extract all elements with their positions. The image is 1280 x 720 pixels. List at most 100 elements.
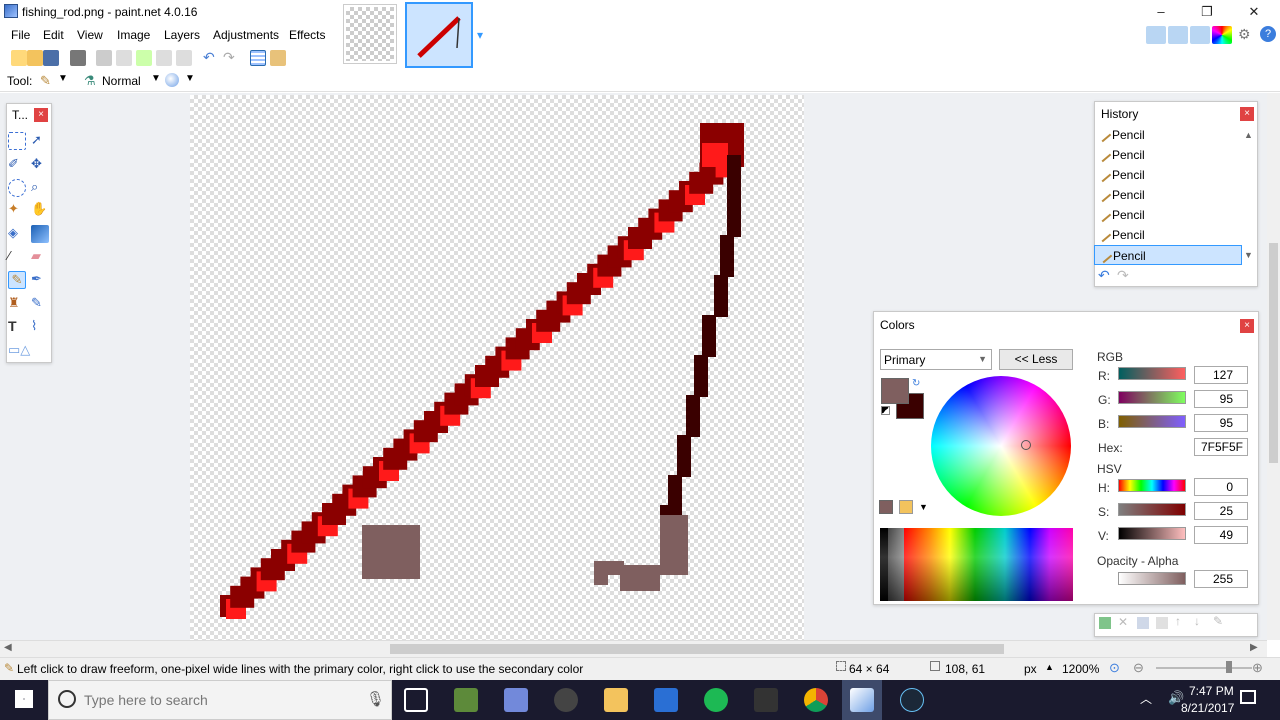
image-thumb-fishing-rod[interactable]	[405, 2, 473, 68]
copy-icon[interactable]	[116, 50, 132, 66]
colors-panel-close-button[interactable]: ×	[1240, 319, 1254, 333]
zoom-slider-thumb[interactable]	[1226, 661, 1232, 673]
crop-icon[interactable]	[156, 50, 172, 66]
eraser-tool-icon[interactable]: ▰	[31, 248, 49, 266]
add-to-palette-icon[interactable]	[879, 500, 893, 514]
deselect-icon[interactable]	[176, 50, 192, 66]
history-panel-close-button[interactable]: ×	[1240, 107, 1254, 121]
history-item[interactable]: Pencil	[1094, 225, 1240, 245]
alpha-input[interactable]: 255	[1194, 570, 1248, 588]
action-center-icon[interactable]	[1240, 690, 1256, 704]
save-icon[interactable]	[43, 50, 59, 66]
green-input[interactable]: 95	[1194, 390, 1248, 408]
settings-gear-icon[interactable]: ⚙	[1238, 26, 1251, 43]
paint-bucket-tool-icon[interactable]: ◈	[8, 225, 26, 243]
blend-dropdown-arrow-icon[interactable]: ▼	[151, 73, 161, 84]
red-input[interactable]: 127	[1194, 366, 1248, 384]
tools-window-icon[interactable]	[1146, 26, 1166, 44]
print-icon[interactable]	[70, 50, 86, 66]
show-hidden-icons-icon[interactable]: ︿	[1140, 690, 1152, 707]
gradient-tool-icon[interactable]	[31, 225, 49, 243]
task-view-icon[interactable]	[404, 688, 428, 712]
ruler-icon[interactable]	[270, 50, 286, 66]
image-list-arrow-icon[interactable]: ▾	[477, 28, 483, 42]
magic-wand-tool-icon[interactable]: ✦	[8, 201, 26, 219]
history-window-icon[interactable]	[1168, 26, 1188, 44]
menu-image[interactable]: Image	[117, 28, 150, 42]
scroll-right-icon[interactable]: ▶	[1250, 642, 1258, 653]
image-thumb-blank[interactable]	[343, 4, 397, 64]
new-image-icon[interactable]	[11, 50, 27, 66]
text-tool-icon[interactable]: T	[8, 318, 26, 336]
recolor-tool-icon[interactable]: ✎	[31, 295, 49, 313]
blue-input[interactable]: 95	[1194, 414, 1248, 432]
close-button[interactable]: ✕	[1231, 0, 1277, 24]
swap-colors-icon[interactable]: ↻	[912, 378, 920, 389]
windows-start-icon[interactable]	[15, 690, 33, 708]
cut-icon[interactable]	[96, 50, 112, 66]
minimize-button[interactable]: –	[1138, 0, 1184, 24]
red-slider[interactable]	[1118, 367, 1186, 380]
minecraft-icon[interactable]	[454, 688, 478, 712]
value-slider[interactable]	[1118, 527, 1186, 540]
history-item[interactable]: Pencil	[1094, 165, 1240, 185]
vertical-scrollbar[interactable]	[1267, 93, 1280, 640]
unit-select[interactable]: px	[1024, 662, 1037, 676]
pencil-tool-selected-icon[interactable]: ✎	[8, 271, 26, 289]
add-layer-icon[interactable]	[1099, 617, 1111, 629]
menu-effects[interactable]: Effects	[289, 28, 325, 42]
menu-edit[interactable]: Edit	[43, 28, 64, 42]
spotify-icon[interactable]	[704, 688, 728, 712]
palette-dropdown-arrow-icon[interactable]: ▼	[919, 502, 928, 512]
zoom-tool-icon[interactable]: ⌕	[31, 179, 49, 197]
menu-layers[interactable]: Layers	[164, 28, 200, 42]
palette-menu-icon[interactable]	[899, 500, 913, 514]
move-selection-tool-icon[interactable]: ➚	[31, 132, 49, 150]
clock-time[interactable]: 7:47 PM	[1189, 684, 1234, 698]
rectangle-select-tool-icon[interactable]	[8, 132, 26, 150]
antialias-dropdown-arrow-icon[interactable]: ▼	[185, 73, 195, 84]
antialias-icon[interactable]	[165, 73, 179, 87]
history-item[interactable]: Pencil	[1094, 205, 1240, 225]
history-item[interactable]: Pencil	[1094, 125, 1240, 145]
chrome-icon[interactable]	[804, 688, 828, 712]
hue-slider[interactable]	[1118, 479, 1186, 492]
redo-icon[interactable]: ↷	[223, 49, 235, 66]
history-item[interactable]: Pencil	[1094, 145, 1240, 165]
vertical-scroll-thumb[interactable]	[1269, 243, 1278, 463]
pencil-tool-icon[interactable]: ✎	[40, 73, 51, 89]
help-icon[interactable]: ?	[1260, 26, 1276, 42]
menu-file[interactable]: File	[11, 28, 30, 42]
delete-layer-icon[interactable]: ✕	[1118, 615, 1128, 629]
clock-date[interactable]: 8/21/2017	[1181, 701, 1234, 715]
maximize-button[interactable]: ❐	[1184, 0, 1230, 24]
blue-slider[interactable]	[1118, 415, 1186, 428]
reset-colors-icon[interactable]	[881, 406, 890, 415]
undo-icon[interactable]: ↶	[203, 49, 215, 66]
shapes-tool-icon[interactable]: ▭△	[8, 342, 48, 360]
malwarebytes-icon[interactable]	[654, 688, 678, 712]
line-curve-tool-icon[interactable]: ⌇	[31, 318, 49, 336]
alpha-slider[interactable]	[1118, 572, 1186, 585]
file-explorer-icon[interactable]	[604, 688, 628, 712]
history-scroll-down-icon[interactable]: ▼	[1244, 250, 1253, 260]
zoom-slider[interactable]	[1156, 667, 1252, 669]
move-layer-down-icon[interactable]: ↓	[1194, 614, 1200, 628]
microphone-icon[interactable]: 🎙	[366, 690, 385, 708]
obs-icon[interactable]	[554, 688, 578, 712]
pixel-grid-icon[interactable]	[250, 50, 266, 66]
open-icon[interactable]	[27, 50, 43, 66]
less-button[interactable]: << Less	[999, 349, 1073, 370]
horizontal-scrollbar[interactable]: ◀ ▶	[0, 640, 1267, 657]
pan-tool-icon[interactable]: ✋	[31, 201, 49, 219]
unit-dropdown-arrow-icon[interactable]: ▲	[1045, 662, 1054, 672]
zoom-in-icon[interactable]: ⊕	[1252, 660, 1263, 676]
saturation-slider[interactable]	[1118, 503, 1186, 516]
green-slider[interactable]	[1118, 391, 1186, 404]
hex-input[interactable]: 7F5F5F	[1194, 438, 1248, 456]
tool-dropdown-arrow-icon[interactable]: ▼	[58, 73, 68, 84]
zoom-level[interactable]: 1200%	[1062, 662, 1099, 676]
ellipse-select-tool-icon[interactable]	[8, 179, 26, 197]
history-scroll-up-icon[interactable]: ▲	[1244, 130, 1253, 140]
tools-panel-close-button[interactable]: ×	[34, 108, 48, 122]
